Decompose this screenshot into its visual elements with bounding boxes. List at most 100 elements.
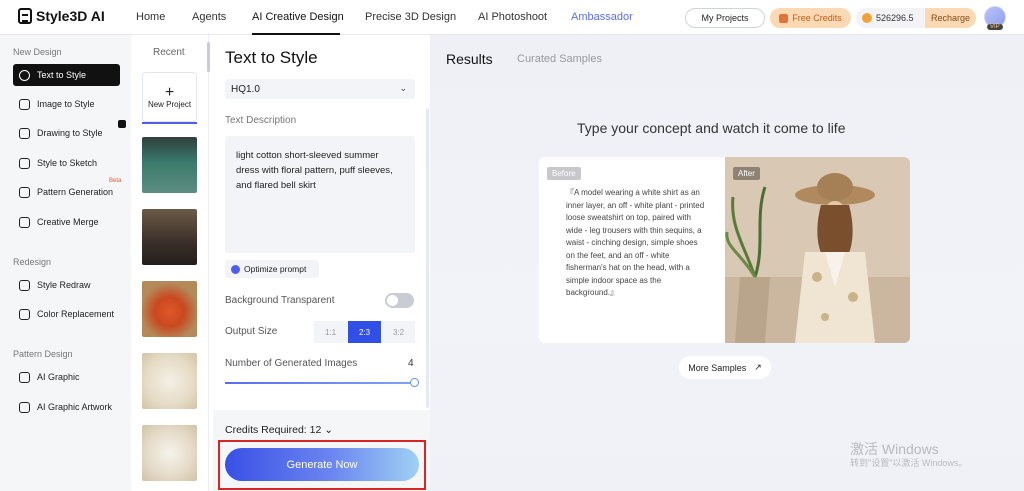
optimize-prompt-button[interactable]: Optimize prompt — [225, 260, 319, 278]
coin-balance: 526296.5 Recharge — [856, 8, 976, 28]
nav-ai-creative-design[interactable]: AI Creative Design — [252, 11, 344, 23]
sidebar-item-ai-graphic[interactable]: AI Graphic — [13, 366, 120, 388]
text-description-label: Text Description — [225, 115, 297, 126]
slider-handle[interactable] — [410, 378, 419, 387]
plus-icon: + — [164, 83, 175, 101]
output-size-3-2[interactable]: 3:2 — [382, 321, 415, 343]
free-credits-button[interactable]: Free Credits — [770, 8, 851, 28]
recent-thumbnail[interactable] — [142, 353, 197, 409]
sidebar-item-color-replacement[interactable]: Color Replacement — [13, 303, 120, 325]
sidebar-item-label: Creative Merge — [37, 217, 99, 227]
form-panel: Text to Style HQ1.0 ⌄ Text Description l… — [213, 35, 430, 491]
sidebar-item-label: Style Redraw — [37, 280, 91, 290]
arrow-up-right-icon: ↗ — [754, 362, 762, 372]
description-textarea[interactable]: light cotton short-sleeved summer dress … — [225, 136, 415, 253]
my-projects-button[interactable]: My Projects — [685, 8, 765, 28]
nav-agents[interactable]: Agents — [192, 11, 226, 23]
text-style-icon — [19, 69, 30, 81]
sidebar-item-style-redraw[interactable]: Style Redraw — [13, 274, 120, 296]
background-transparent-toggle[interactable] — [385, 293, 414, 308]
num-images-label: Number of Generated Images — [225, 358, 358, 369]
chevron-down-icon: ⌄ — [399, 83, 407, 93]
logo[interactable]: Style3D AI — [18, 8, 105, 24]
output-size-2-3[interactable]: 2:3 — [348, 321, 381, 343]
image-style-icon — [19, 98, 30, 110]
more-samples-button[interactable]: More Samples ↗ — [679, 356, 771, 379]
tab-results[interactable]: Results — [446, 51, 493, 67]
num-images-value: 4 — [408, 358, 414, 369]
free-credits-label: Free Credits — [792, 13, 842, 23]
sample-prompt-text: 『A model wearing a white shirt as an inn… — [566, 188, 705, 297]
sample-card[interactable]: Before 『A model wearing a white shirt as… — [539, 157, 910, 343]
sidebar-item-label: Drawing to Style — [37, 128, 103, 138]
nav-precise-3d-design[interactable]: Precise 3D Design — [365, 11, 456, 23]
recent-scrollbar[interactable] — [207, 42, 210, 72]
sidebar-item-image-to-style[interactable]: Image to Style — [13, 93, 120, 115]
recent-thumbnail[interactable] — [142, 209, 197, 265]
new-project-underline — [142, 122, 197, 124]
drawing-style-icon — [19, 127, 30, 139]
redraw-icon — [19, 279, 30, 291]
form-scrollbar[interactable] — [426, 108, 429, 408]
top-nav: Style3D AI Home Agents AI Creative Desig… — [0, 0, 1024, 35]
nav-ambassador[interactable]: Ambassador — [571, 11, 633, 23]
page-title: Text to Style — [225, 48, 318, 67]
section-pattern-design: Pattern Design — [13, 349, 73, 359]
before-label: Before — [547, 167, 581, 180]
sidebar: New Design Text to Style Image to Style … — [0, 35, 131, 491]
logo-text: Style3D AI — [36, 8, 105, 24]
recent-panel: Recent + New Project — [131, 35, 209, 491]
sidebar-item-label: Image to Style — [37, 99, 95, 109]
section-redesign: Redesign — [13, 257, 52, 267]
optimize-label: Optimize prompt — [244, 264, 307, 274]
results-panel: Results Curated Samples Type your concep… — [430, 35, 1024, 491]
tab-curated-samples[interactable]: Curated Samples — [517, 53, 602, 65]
artwork-icon — [19, 401, 30, 413]
recent-thumbnail[interactable] — [142, 425, 197, 481]
magic-wand-icon — [231, 264, 240, 274]
sidebar-item-creative-merge[interactable]: Creative Merge — [13, 211, 120, 233]
recent-label: Recent — [153, 47, 185, 58]
more-samples-label: More Samples — [688, 362, 747, 373]
recent-thumbnail[interactable] — [142, 137, 197, 193]
pattern-icon — [19, 186, 30, 198]
credits-label: Credits Required: 12 — [225, 424, 322, 436]
new-project-label: New Project — [147, 99, 192, 109]
coin-amount: 526296.5 — [876, 13, 914, 23]
nav-home[interactable]: Home — [136, 11, 165, 23]
output-size-1-1[interactable]: 1:1 — [314, 321, 347, 343]
sketch-icon — [19, 157, 30, 169]
sidebar-item-ai-graphic-artwork[interactable]: AI Graphic Artwork — [13, 396, 120, 418]
output-size-label: Output Size — [225, 326, 278, 337]
coin-icon — [862, 13, 872, 23]
sidebar-item-style-to-sketch[interactable]: Style to Sketch — [13, 152, 120, 174]
sidebar-item-label: AI Graphic Artwork — [37, 402, 113, 412]
sidebar-item-pattern-generation[interactable]: Pattern Generation — [13, 181, 120, 203]
sidebar-item-text-to-style[interactable]: Text to Style — [13, 64, 120, 86]
new-project-button[interactable]: + New Project — [142, 72, 197, 122]
slider-fill — [225, 382, 410, 384]
fashion-model-illustration — [725, 157, 910, 343]
model-select[interactable]: HQ1.0 ⌄ — [225, 79, 415, 99]
sidebar-item-drawing-to-style[interactable]: Drawing to Style — [13, 122, 120, 144]
recharge-button[interactable]: Recharge — [924, 8, 976, 28]
generate-now-button[interactable]: Generate Now — [225, 448, 419, 481]
sidebar-item-label: Color Replacement — [37, 309, 115, 319]
sidebar-item-label: Style to Sketch — [37, 158, 98, 168]
nav-ai-photoshoot[interactable]: AI Photoshoot — [478, 11, 547, 23]
logo-icon — [18, 8, 32, 24]
credits-required[interactable]: Credits Required: 12 ⌄ — [225, 424, 333, 436]
gift-icon — [779, 13, 789, 23]
section-new-design: New Design — [13, 47, 62, 57]
model-value: HQ1.0 — [231, 83, 260, 95]
sidebar-item-label: Text to Style — [37, 70, 87, 80]
graphic-icon — [19, 371, 30, 383]
windows-activation-subtext: 转到"设置"以激活 Windows。 — [850, 458, 968, 468]
num-images-slider-track[interactable] — [225, 382, 414, 384]
sample-result-image — [725, 157, 910, 343]
sidebar-item-label: Pattern Generation — [37, 187, 114, 197]
merge-icon — [19, 216, 30, 228]
chevron-down-icon: ⌄ — [324, 424, 334, 436]
recent-thumbnail[interactable] — [142, 281, 197, 337]
vip-badge: VIP — [987, 24, 1003, 30]
